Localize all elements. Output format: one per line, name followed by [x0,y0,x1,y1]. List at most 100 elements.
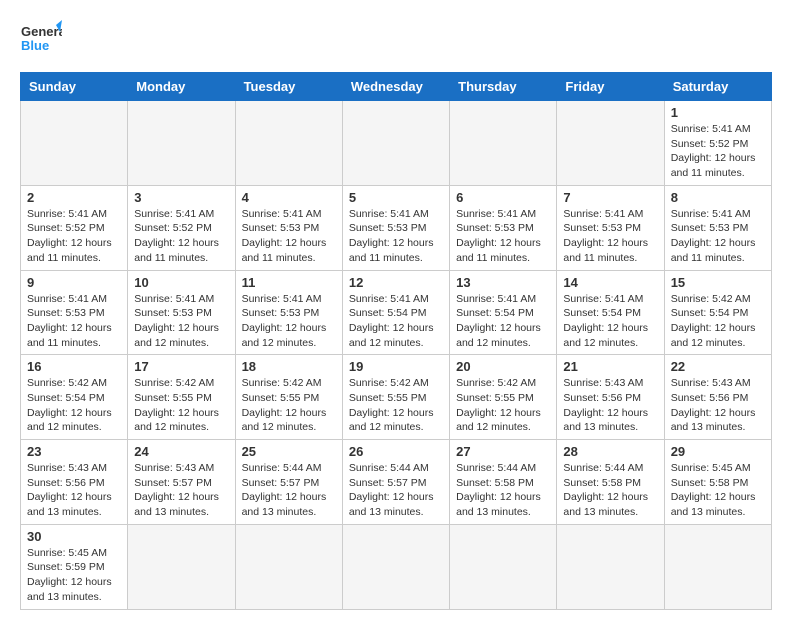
calendar-cell [664,524,771,609]
day-info: Sunrise: 5:44 AMSunset: 5:58 PMDaylight:… [456,461,550,520]
day-info: Sunrise: 5:45 AMSunset: 5:59 PMDaylight:… [27,546,121,605]
logo-icon: General Blue [20,20,62,62]
calendar-cell: 3 Sunrise: 5:41 AMSunset: 5:52 PMDaylight… [128,185,235,270]
day-info: Sunrise: 5:41 AMSunset: 5:52 PMDaylight:… [27,207,121,266]
day-info: Sunrise: 5:42 AMSunset: 5:54 PMDaylight:… [27,376,121,435]
calendar-cell: 12 Sunrise: 5:41 AMSunset: 5:54 PMDayligh… [342,270,449,355]
calendar-cell: 30 Sunrise: 5:45 AMSunset: 5:59 PMDayligh… [21,524,128,609]
day-number: 13 [456,275,550,290]
weekday-header-wednesday: Wednesday [342,73,449,101]
day-number: 10 [134,275,228,290]
day-info: Sunrise: 5:44 AMSunset: 5:57 PMDaylight:… [242,461,336,520]
day-info: Sunrise: 5:41 AMSunset: 5:52 PMDaylight:… [671,122,765,181]
calendar-cell: 2Sunrise: 5:41 AMSunset: 5:52 PMDaylight… [21,185,128,270]
weekday-header-saturday: Saturday [664,73,771,101]
day-info: Sunrise: 5:41 AMSunset: 5:54 PMDaylight:… [563,292,657,351]
day-info: Sunrise: 5:41 AMSunset: 5:54 PMDaylight:… [349,292,443,351]
calendar-cell: 10 Sunrise: 5:41 AMSunset: 5:53 PMDayligh… [128,270,235,355]
day-info: Sunrise: 5:41 AMSunset: 5:52 PMDaylight:… [134,207,228,266]
day-info: Sunrise: 5:42 AMSunset: 5:55 PMDaylight:… [242,376,336,435]
day-info: Sunrise: 5:43 AMSunset: 5:56 PMDaylight:… [671,376,765,435]
calendar-cell: 27 Sunrise: 5:44 AMSunset: 5:58 PMDayligh… [450,440,557,525]
week-row-4: 16 Sunrise: 5:42 AMSunset: 5:54 PMDayligh… [21,355,772,440]
calendar-cell [342,101,449,186]
week-row-3: 9 Sunrise: 5:41 AMSunset: 5:53 PMDaylight… [21,270,772,355]
weekday-header-thursday: Thursday [450,73,557,101]
day-number: 29 [671,444,765,459]
calendar-cell [128,101,235,186]
calendar-cell: 17Sunrise: 5:42 AMSunset: 5:55 PMDayligh… [128,355,235,440]
day-info: Sunrise: 5:45 AMSunset: 5:58 PMDaylight:… [671,461,765,520]
calendar-cell: 21 Sunrise: 5:43 AMSunset: 5:56 PMDayligh… [557,355,664,440]
calendar-cell [235,101,342,186]
calendar-cell: 22 Sunrise: 5:43 AMSunset: 5:56 PMDayligh… [664,355,771,440]
day-number: 27 [456,444,550,459]
week-row-5: 23 Sunrise: 5:43 AMSunset: 5:56 PMDayligh… [21,440,772,525]
day-number: 6 [456,190,550,205]
calendar-cell: 14Sunrise: 5:41 AMSunset: 5:54 PMDayligh… [557,270,664,355]
day-number: 28 [563,444,657,459]
calendar-cell [557,524,664,609]
day-info: Sunrise: 5:42 AMSunset: 5:55 PMDaylight:… [456,376,550,435]
day-info: Sunrise: 5:43 AMSunset: 5:56 PMDaylight:… [27,461,121,520]
calendar-cell [557,101,664,186]
week-row-2: 2Sunrise: 5:41 AMSunset: 5:52 PMDaylight… [21,185,772,270]
svg-text:General: General [21,24,62,39]
day-number: 12 [349,275,443,290]
calendar-cell: 23 Sunrise: 5:43 AMSunset: 5:56 PMDayligh… [21,440,128,525]
day-number: 30 [27,529,121,544]
calendar-cell [128,524,235,609]
day-number: 4 [242,190,336,205]
day-number: 19 [349,359,443,374]
calendar-cell: 1Sunrise: 5:41 AMSunset: 5:52 PMDaylight… [664,101,771,186]
day-number: 8 [671,190,765,205]
calendar-table: SundayMondayTuesdayWednesdayThursdayFrid… [20,72,772,610]
day-info: Sunrise: 5:43 AMSunset: 5:56 PMDaylight:… [563,376,657,435]
day-info: Sunrise: 5:41 AMSunset: 5:53 PMDaylight:… [242,207,336,266]
day-number: 24 [134,444,228,459]
day-number: 5 [349,190,443,205]
calendar-cell: 13Sunrise: 5:41 AMSunset: 5:54 PMDayligh… [450,270,557,355]
calendar-cell [450,101,557,186]
day-number: 25 [242,444,336,459]
calendar-cell: 24 Sunrise: 5:43 AMSunset: 5:57 PMDayligh… [128,440,235,525]
day-info: Sunrise: 5:41 AMSunset: 5:53 PMDaylight:… [349,207,443,266]
day-number: 11 [242,275,336,290]
day-number: 23 [27,444,121,459]
day-info: Sunrise: 5:44 AMSunset: 5:58 PMDaylight:… [563,461,657,520]
week-row-6: 30 Sunrise: 5:45 AMSunset: 5:59 PMDayligh… [21,524,772,609]
weekday-header-sunday: Sunday [21,73,128,101]
calendar-cell [450,524,557,609]
day-number: 9 [27,275,121,290]
calendar-cell [235,524,342,609]
day-number: 16 [27,359,121,374]
day-info: Sunrise: 5:41 AMSunset: 5:53 PMDaylight:… [134,292,228,351]
day-info: Sunrise: 5:44 AMSunset: 5:57 PMDaylight:… [349,461,443,520]
calendar-cell: 15Sunrise: 5:42 AMSunset: 5:54 PMDayligh… [664,270,771,355]
calendar-cell: 19Sunrise: 5:42 AMSunset: 5:55 PMDayligh… [342,355,449,440]
day-info: Sunrise: 5:41 AMSunset: 5:53 PMDaylight:… [27,292,121,351]
day-number: 3 [134,190,228,205]
page-header: General Blue [20,20,772,62]
calendar-cell: 26 Sunrise: 5:44 AMSunset: 5:57 PMDayligh… [342,440,449,525]
calendar-cell: 29 Sunrise: 5:45 AMSunset: 5:58 PMDayligh… [664,440,771,525]
day-number: 21 [563,359,657,374]
day-number: 17 [134,359,228,374]
svg-text:Blue: Blue [21,38,49,53]
day-number: 22 [671,359,765,374]
day-info: Sunrise: 5:41 AMSunset: 5:53 PMDaylight:… [242,292,336,351]
day-number: 15 [671,275,765,290]
calendar-cell: 8Sunrise: 5:41 AMSunset: 5:53 PMDaylight… [664,185,771,270]
weekday-header-tuesday: Tuesday [235,73,342,101]
calendar-cell: 9 Sunrise: 5:41 AMSunset: 5:53 PMDaylight… [21,270,128,355]
calendar-cell [342,524,449,609]
calendar-cell: 7Sunrise: 5:41 AMSunset: 5:53 PMDaylight… [557,185,664,270]
calendar-cell: 28 Sunrise: 5:44 AMSunset: 5:58 PMDayligh… [557,440,664,525]
weekday-header-monday: Monday [128,73,235,101]
weekday-header-row: SundayMondayTuesdayWednesdayThursdayFrid… [21,73,772,101]
day-info: Sunrise: 5:43 AMSunset: 5:57 PMDaylight:… [134,461,228,520]
calendar-cell: 4 Sunrise: 5:41 AMSunset: 5:53 PMDaylight… [235,185,342,270]
day-number: 20 [456,359,550,374]
calendar-cell: 6Sunrise: 5:41 AMSunset: 5:53 PMDaylight… [450,185,557,270]
day-number: 26 [349,444,443,459]
